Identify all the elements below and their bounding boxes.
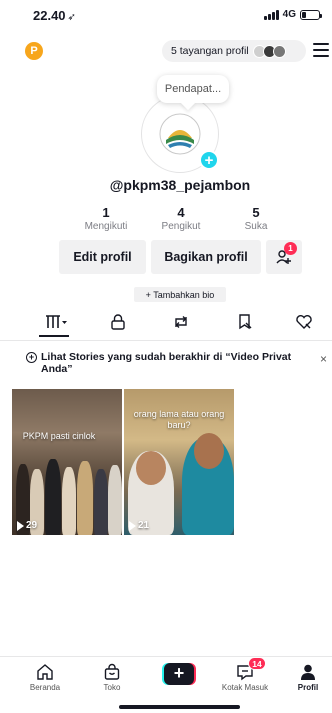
status-time: 22.40 (33, 8, 66, 23)
hamburger-menu-icon[interactable] (313, 43, 329, 57)
add-circle-icon: + (26, 352, 37, 363)
stat-likes[interactable]: 5 Suka (220, 205, 292, 232)
battery-icon (300, 9, 322, 20)
create-plus-icon: + (164, 663, 194, 685)
stat-following-value: 1 (102, 205, 110, 220)
video-views-value-2: 21 (138, 520, 150, 531)
profile-stats: 1 Mengikuti 4 Pengikut 5 Suka (70, 205, 292, 232)
stories-notice[interactable]: + Lihat Stories yang sudah berakhir di “… (26, 351, 296, 375)
stat-following-label: Mengikuti (84, 221, 128, 232)
avatar-logo-icon (159, 113, 201, 155)
tab-liked[interactable] (292, 312, 316, 332)
share-profile-button[interactable]: Bagikan profil (151, 240, 261, 274)
network-label: 4G (282, 9, 296, 20)
profile-views-label: 5 tayangan profil (171, 45, 249, 57)
video-caption-1: PKPM pasti cinlok (22, 431, 96, 441)
create-button[interactable]: + (162, 663, 196, 685)
repost-icon (175, 316, 187, 328)
content-tabs (26, 310, 326, 337)
home-indicator (119, 705, 240, 709)
tab-private[interactable] (106, 312, 130, 332)
video-caption-2: orang lama atau orang baru? (133, 409, 225, 430)
nav-inbox[interactable]: Kotak Masuk (215, 661, 275, 692)
coin-icon[interactable]: P (25, 42, 43, 60)
active-tab-indicator (39, 335, 69, 337)
shop-bag-icon (104, 663, 120, 680)
stat-followers-value: 4 (177, 205, 185, 220)
video-thumbnail-2[interactable]: orang lama atau orang baru? 21 (124, 389, 234, 535)
video-thumbnail-1[interactable]: PKPM pasti cinlok 29 (12, 389, 122, 535)
video-views-1: 29 (17, 520, 37, 531)
stat-likes-label: Suka (244, 221, 268, 232)
grid-icon (46, 315, 67, 328)
nav-profile-label: Profil (297, 683, 319, 692)
nav-home-label: Beranda (29, 683, 61, 692)
stat-likes-value: 5 (252, 205, 260, 220)
stat-followers-label: Pengikut (161, 221, 201, 232)
location-arrow-icon: ➶ (67, 12, 76, 23)
tab-reposts[interactable] (169, 312, 193, 332)
play-icon (129, 520, 136, 531)
profile-icon (301, 664, 315, 680)
add-bio-button[interactable]: + Tambahkan bio (134, 287, 226, 302)
add-friends-badge: 1 (284, 242, 297, 255)
viewer-avatars (252, 44, 286, 58)
lock-icon (111, 314, 125, 330)
video-views-2: 21 (129, 520, 149, 531)
tab-saved[interactable] (233, 312, 257, 332)
home-icon (37, 664, 53, 680)
signal-icon (263, 9, 279, 20)
stat-followers[interactable]: 4 Pengikut (145, 205, 217, 232)
tabs-divider (0, 340, 332, 341)
profile-views-pill[interactable]: 5 tayangan profil (162, 40, 306, 62)
nav-profile[interactable]: Profil (288, 661, 328, 692)
play-icon (17, 520, 24, 531)
inbox-badge: 14 (248, 657, 266, 670)
status-bar: 22.40 ➶ 4G (0, 0, 332, 34)
heart-icon (296, 315, 312, 329)
nav-home[interactable]: Beranda (20, 661, 70, 692)
nav-shop-label: Toko (103, 683, 121, 692)
note-bubble[interactable]: Pendapat... (157, 75, 229, 103)
bookmark-icon (239, 314, 252, 330)
nav-inbox-label: Kotak Masuk (221, 683, 269, 692)
stat-following[interactable]: 1 Mengikuti (70, 205, 142, 232)
tab-videos-grid[interactable] (42, 312, 72, 332)
close-icon[interactable]: × (320, 352, 327, 366)
edit-profile-button[interactable]: Edit profil (59, 240, 146, 274)
video-views-value-1: 29 (26, 520, 38, 531)
add-avatar-plus-icon[interactable]: + (199, 150, 219, 170)
nav-shop[interactable]: Toko (87, 661, 137, 692)
stories-notice-text: Lihat Stories yang sudah berakhir di “Vi… (41, 351, 292, 375)
username: @pkpm38_pejambon (109, 177, 251, 193)
